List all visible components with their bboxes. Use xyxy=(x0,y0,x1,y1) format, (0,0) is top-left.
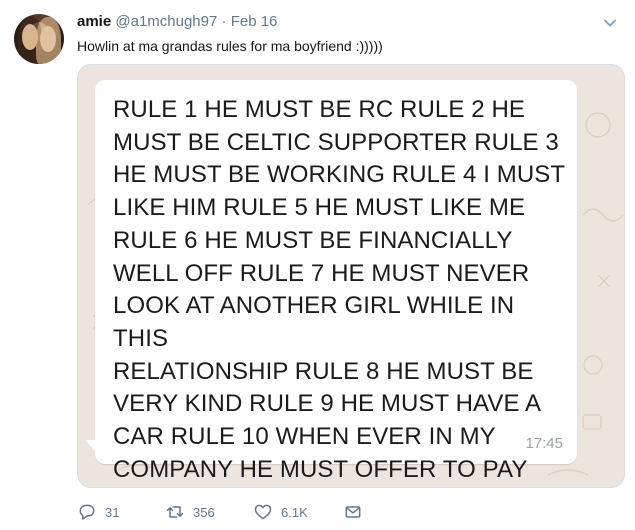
separator-dot: · xyxy=(221,13,227,30)
bubble-tail xyxy=(85,440,101,458)
avatar-face-left xyxy=(22,24,38,50)
retweet-icon xyxy=(166,506,184,518)
avatar-face-right xyxy=(40,26,56,52)
author-handle[interactable]: @a1mchugh97 xyxy=(115,13,217,30)
reply-icon xyxy=(79,504,95,520)
chevron-down-icon[interactable] xyxy=(603,16,617,30)
direct-message-button[interactable] xyxy=(343,500,363,524)
tweet: amie @a1mchugh97 · Feb 16 Howlin at ma g… xyxy=(0,0,635,530)
tweet-header: amie @a1mchugh97 · Feb 16 xyxy=(77,13,277,30)
message-bubble: RULE 1 HE MUST BE RC RULE 2 HE MUST BE C… xyxy=(95,80,577,483)
retweet-count: 356 xyxy=(193,504,215,520)
like-button[interactable]: 6.1K xyxy=(253,500,308,524)
attached-image[interactable]: RULE 1 HE MUST BE RC RULE 2 HE MUST BE C… xyxy=(77,64,625,488)
tweet-date[interactable]: Feb 16 xyxy=(231,13,278,30)
retweet-button[interactable]: 356 xyxy=(165,500,215,524)
tweet-text: Howlin at ma grandas rules for ma boyfri… xyxy=(77,38,383,54)
envelope-icon xyxy=(345,506,361,518)
tweet-actions: 31 356 6.1K xyxy=(77,500,617,524)
heart-icon xyxy=(254,504,272,520)
reply-count: 31 xyxy=(105,504,120,520)
avatar[interactable] xyxy=(14,14,64,64)
like-count: 6.1K xyxy=(281,504,308,520)
reply-button[interactable]: 31 xyxy=(77,500,119,524)
author-name[interactable]: amie xyxy=(77,13,111,30)
message-text: RULE 1 HE MUST BE RC RULE 2 HE MUST BE C… xyxy=(113,96,566,483)
message-time: 17:45 xyxy=(525,435,563,452)
